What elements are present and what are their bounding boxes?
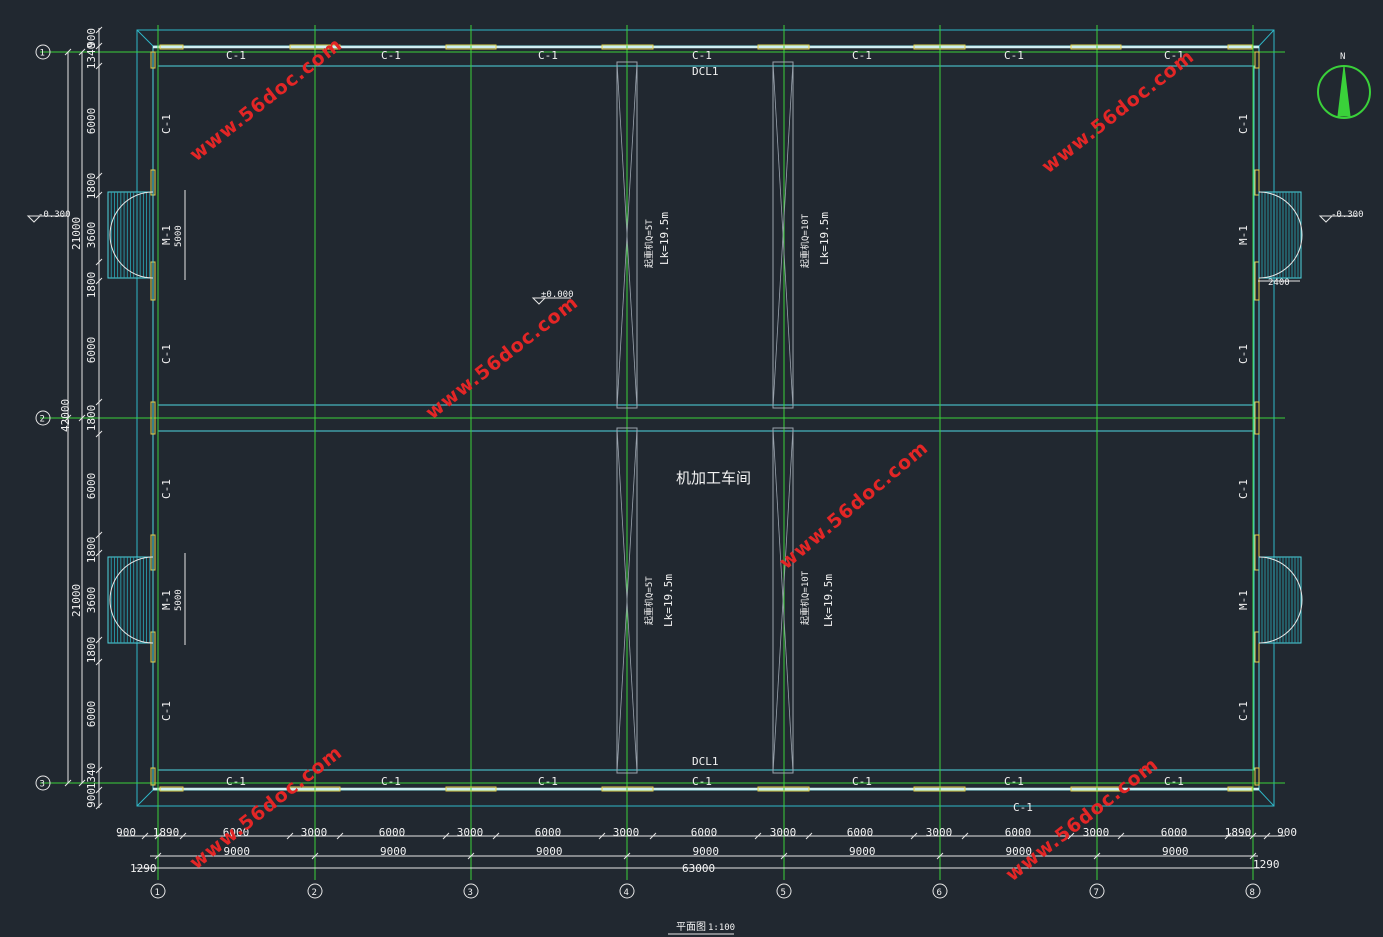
- crane-span-d: Lk=19.5m: [822, 574, 835, 627]
- edge-dim-left: 1290: [130, 862, 157, 875]
- beam-label-top: DCL1: [692, 65, 719, 78]
- door-label-right-bottom: M-1: [1237, 590, 1250, 610]
- total-width: 63000: [682, 862, 715, 875]
- door-label-left-bottom: M-1: [160, 590, 173, 610]
- crane-span-b: Lk=19.5m: [818, 212, 831, 265]
- text-layer: 机加工车间 平面图 1:100 -0.300 -0.300 ±0.000 N D…: [38, 52, 1364, 933]
- crane-span-a: Lk=19.5m: [658, 212, 671, 265]
- drawing-scale: 1:100: [708, 923, 735, 933]
- door-width-bottom: 5000: [174, 589, 184, 611]
- door-width-top: 5000: [174, 225, 184, 247]
- ramp-width: 2400: [1268, 278, 1290, 288]
- crane-label-d: 起重机Q=10T: [799, 570, 811, 625]
- door-label-left-top: M-1: [160, 225, 173, 245]
- room-name: 机加工车间: [676, 469, 751, 487]
- crane-span-c: Lk=19.5m: [662, 574, 675, 627]
- crane-label-a: 起重机Q=5T: [643, 219, 655, 268]
- drawing-caption: 平面图: [676, 921, 706, 933]
- level-right: -0.300: [1331, 210, 1364, 220]
- level-left: -0.300: [38, 210, 71, 220]
- total-depth: 42000: [59, 399, 72, 432]
- crane-label-b: 起重机Q=10T: [799, 213, 811, 268]
- door-label-right-top: M-1: [1237, 225, 1250, 245]
- cad-drawing: 1 2 3 4 5 6 7 8 1 2 3 C-1 C-1 C-1 C-1 C-1 C-1 C-1 C-1 C-1 C-…: [0, 0, 1383, 937]
- beam-label-bottom: DCL1: [692, 755, 719, 768]
- north-label: N: [1340, 52, 1345, 62]
- crane-label-c: 起重机Q=5T: [643, 576, 655, 625]
- level-inside: ±0.000: [541, 290, 574, 300]
- edge-dim-right: 1290: [1253, 858, 1280, 871]
